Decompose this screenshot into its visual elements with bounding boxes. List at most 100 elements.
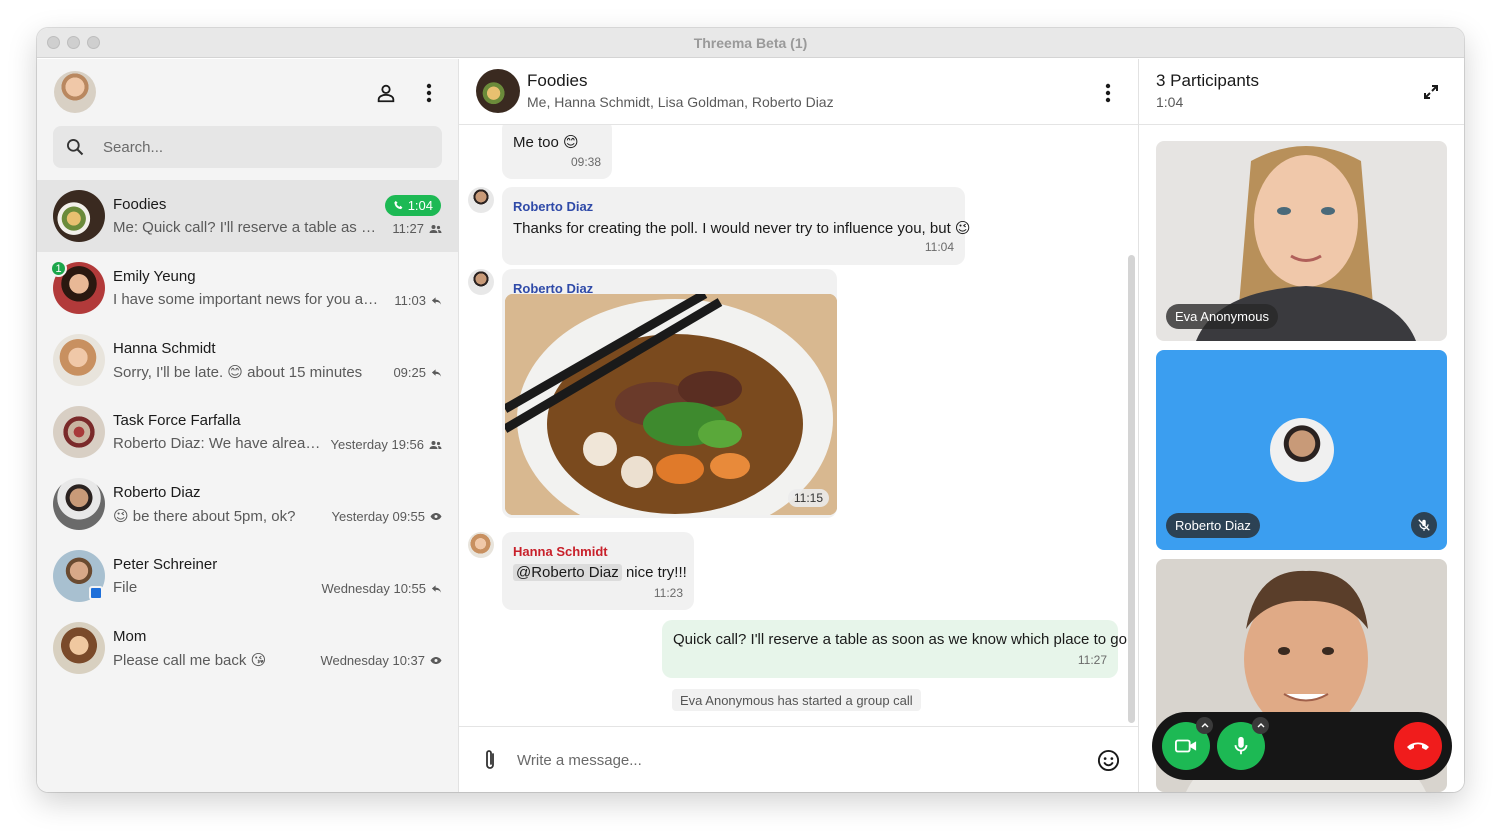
- expand-call-button[interactable]: [1420, 81, 1442, 103]
- search-field[interactable]: [53, 126, 442, 168]
- chat-time: Yesterday 09:55: [331, 509, 425, 524]
- message-input[interactable]: [517, 745, 1077, 775]
- chat-item-foodies[interactable]: Foodies Me: Quick call? I'll reserve a t…: [37, 180, 458, 252]
- chat-name: Task Force Farfalla: [113, 412, 241, 429]
- smiley-icon: [1097, 749, 1119, 771]
- chat-preview: Sorry, I'll be late. 😊 about 15 minutes: [113, 364, 363, 381]
- chat-preview: File: [113, 579, 138, 596]
- profile-avatar[interactable]: [54, 71, 96, 113]
- chevron-up-icon: [1201, 723, 1208, 728]
- sender-avatar[interactable]: [468, 187, 494, 213]
- ongoing-call-badge[interactable]: 1:04: [384, 195, 441, 216]
- chat-item-mom[interactable]: Mom Please call me back 😘 Wednesday 10:3…: [37, 612, 458, 684]
- noodle-soup-photo[interactable]: 11:15: [505, 294, 837, 515]
- message-bubble[interactable]: Me too 😊 09:38: [502, 125, 612, 179]
- message-bubble[interactable]: Hanna Schmidt @Roberto Diaz nice try!!! …: [502, 532, 694, 610]
- camera-options-button[interactable]: [1196, 717, 1213, 734]
- emoji-button[interactable]: [1096, 748, 1120, 772]
- participant-name-label: Roberto Diaz: [1166, 513, 1260, 538]
- message-time: 11:04: [924, 240, 954, 254]
- group-avatar[interactable]: [476, 69, 520, 113]
- call-controls: [1152, 712, 1452, 780]
- phone-icon: [394, 200, 403, 210]
- message-composer: [459, 726, 1138, 792]
- image-message-bubble[interactable]: Roberto Diaz 11:15: [502, 269, 837, 518]
- chat-list: Foodies Me: Quick call? I'll reserve a t…: [37, 180, 458, 684]
- chat-preview: I have some important news for you and .…: [113, 291, 383, 308]
- paperclip-icon: [486, 750, 494, 769]
- chat-meta: Wednesday 10:37: [320, 653, 442, 668]
- food-image-graphic: [505, 294, 837, 515]
- sidebar-menu-button[interactable]: [417, 81, 441, 105]
- message-bubble[interactable]: Roberto Diaz Thanks for creating the pol…: [502, 187, 971, 265]
- work-contact-icon: [89, 586, 103, 600]
- chat-meta: Wednesday 10:55: [321, 581, 442, 596]
- avatar: [53, 406, 105, 458]
- message-sender: Hanna Schmidt: [513, 544, 608, 559]
- conversation-title[interactable]: Foodies: [527, 71, 587, 91]
- contacts-button[interactable]: [374, 81, 398, 105]
- reply-icon: [431, 368, 442, 377]
- attach-button[interactable]: [479, 748, 501, 772]
- chat-meta: 11:03: [394, 293, 442, 308]
- search-icon: [67, 139, 84, 156]
- chat-item-emily-yeung[interactable]: 1 Emily Yeung I have some important news…: [37, 252, 458, 324]
- eye-icon: [430, 657, 442, 664]
- outgoing-message-bubble[interactable]: Quick call? I'll reserve a table as soon…: [662, 620, 1127, 678]
- reply-icon: [431, 584, 442, 593]
- participant-tile[interactable]: Eva Anonymous: [1156, 141, 1447, 341]
- mention-tag[interactable]: @Roberto Diaz: [513, 564, 622, 581]
- avatar: [53, 334, 105, 386]
- chat-name: Emily Yeung: [113, 268, 196, 285]
- chat-name: Peter Schreiner: [113, 556, 218, 573]
- message-scrollbar[interactable]: [1128, 255, 1135, 723]
- message-time: 11:27: [1077, 653, 1107, 667]
- participant-avatar: [1270, 418, 1334, 482]
- search-input[interactable]: [103, 126, 423, 168]
- chat-name: Hanna Schmidt: [113, 340, 216, 357]
- end-call-button[interactable]: [1394, 722, 1442, 770]
- group-call-panel: 3 Participants 1:04 Eva Anonymous Robert…: [1139, 59, 1464, 792]
- message-text-body: nice try!!!: [625, 564, 687, 581]
- group-icon: [429, 224, 442, 233]
- reply-icon: [431, 296, 442, 305]
- message-text: @Roberto Diaz nice try!!!: [513, 564, 687, 581]
- conversation-members: Me, Hanna Schmidt, Lisa Goldman, Roberto…: [527, 94, 834, 110]
- microphone-options-button[interactable]: [1252, 717, 1269, 734]
- chat-time: 09:25: [393, 365, 426, 380]
- chat-time: 11:03: [394, 293, 426, 308]
- sender-avatar[interactable]: [468, 532, 494, 558]
- message-time: 09:38: [570, 155, 601, 169]
- chat-item-roberto-diaz[interactable]: Roberto Diaz 😉 be there about 5pm, ok? Y…: [37, 468, 458, 540]
- system-notice: Eva Anonymous has started a group call: [672, 689, 921, 711]
- chat-preview: Me: Quick call? I'll reserve a table as …: [113, 219, 383, 236]
- message-sender: Roberto Diaz: [513, 199, 594, 214]
- muted-indicator: [1411, 512, 1437, 538]
- message-text: Quick call? I'll reserve a table as soon…: [673, 631, 1127, 648]
- chat-meta: 11:27: [392, 221, 442, 236]
- participant-tile[interactable]: Roberto Diaz: [1156, 350, 1447, 550]
- conversation-sidebar: Foodies Me: Quick call? I'll reserve a t…: [37, 59, 459, 792]
- chat-preview: Roberto Diaz: We have already ...: [113, 435, 328, 452]
- call-duration: 1:04: [407, 198, 433, 213]
- sender-avatar[interactable]: [468, 269, 494, 295]
- chat-item-task-force-farfalla[interactable]: Task Force Farfalla Roberto Diaz: We hav…: [37, 396, 458, 468]
- chat-meta: Yesterday 19:56: [331, 437, 442, 452]
- chat-name: Roberto Diaz: [113, 484, 201, 501]
- participant-name-label: Eva Anonymous: [1166, 304, 1278, 329]
- call-duration: 1:04: [1156, 94, 1184, 110]
- message-text: Me too 😊: [513, 134, 579, 151]
- hang-up-icon: [1407, 742, 1429, 750]
- chat-meta: Yesterday 09:55: [332, 509, 442, 524]
- avatar: [53, 622, 105, 674]
- conversation-menu-button[interactable]: [1096, 81, 1120, 105]
- title-bar: Threema Beta (1): [37, 28, 1464, 58]
- avatar: [53, 478, 105, 530]
- image-time: 11:15: [787, 489, 829, 507]
- chat-item-hanna-schmidt[interactable]: Hanna Schmidt Sorry, I'll be late. 😊 abo…: [37, 324, 458, 396]
- chat-name: Mom: [113, 628, 147, 645]
- message-list: Me too 😊 09:38 Roberto Diaz Thanks for c…: [459, 125, 1139, 725]
- more-vertical-icon: [426, 83, 432, 103]
- chat-preview: Please call me back 😘: [113, 652, 267, 669]
- chat-item-peter-schreiner[interactable]: Peter Schreiner File Wednesday 10:55: [37, 540, 458, 612]
